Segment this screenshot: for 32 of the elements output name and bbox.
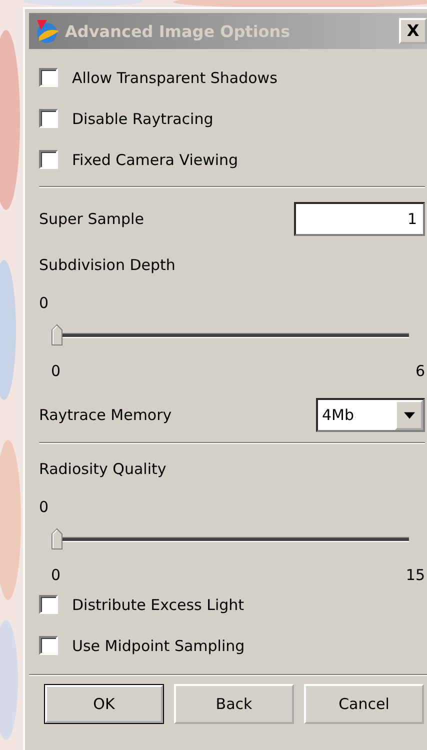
slider-thumb[interactable]: [51, 324, 63, 346]
window-title: Advanced Image Options: [65, 22, 292, 40]
checkbox-label: Allow Transparent Shadows: [72, 68, 278, 86]
slider-thumb[interactable]: [51, 528, 63, 550]
dialog-button[interactable]: Back: [174, 684, 294, 724]
field-label: Super Sample: [39, 210, 144, 228]
close-button[interactable]: X: [399, 18, 427, 44]
slider-value: 0: [39, 294, 50, 312]
slider-label: Radiosity Quality: [39, 460, 168, 478]
caret-icon: [404, 412, 414, 418]
checkbox[interactable]: [39, 150, 58, 169]
super-sample-field[interactable]: 1: [294, 202, 425, 236]
slider[interactable]: [51, 324, 409, 346]
checkbox[interactable]: [39, 636, 58, 655]
slider-min-label: 0: [51, 566, 61, 584]
dialog-button[interactable]: OK: [44, 684, 164, 724]
slider[interactable]: [51, 528, 409, 550]
dialog-button[interactable]: Cancel: [304, 684, 424, 724]
slider-max-label: 6: [415, 362, 425, 380]
checkbox-label: Use Midpoint Sampling: [72, 636, 245, 654]
checkbox[interactable]: [39, 595, 58, 614]
checkbox-label: Disable Raytracing: [72, 110, 214, 128]
memory-dropdown[interactable]: 4Mb: [316, 398, 425, 432]
slider-max-label: 15: [406, 566, 425, 584]
slider-min-label: 0: [51, 362, 61, 380]
checkbox[interactable]: [39, 109, 58, 128]
dropdown-label: Raytrace Memory: [39, 406, 172, 424]
checkbox-label: Distribute Excess Light: [72, 596, 244, 614]
slider-label: Subdivision Depth: [39, 256, 176, 274]
checkbox[interactable]: [39, 68, 58, 87]
checkbox-label: Fixed Camera Viewing: [72, 150, 238, 168]
slider-value: 0: [39, 498, 50, 516]
